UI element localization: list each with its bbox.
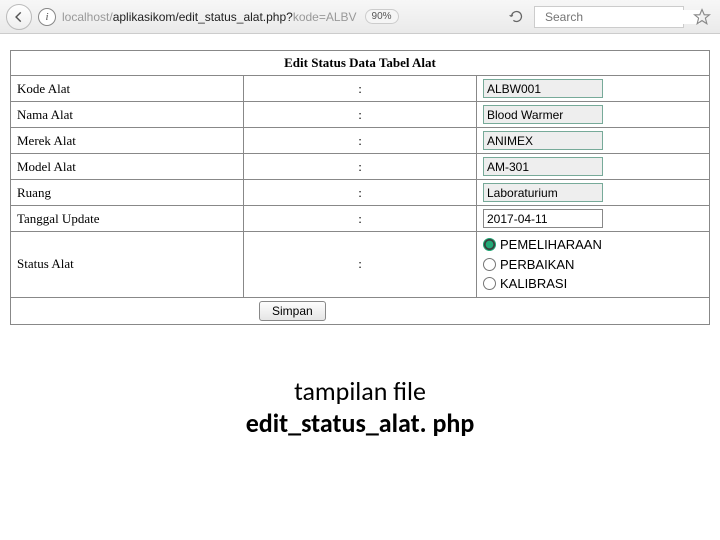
radio-label: PEMELIHARAAN — [500, 235, 602, 255]
radio-kalibrasi[interactable]: KALIBRASI — [483, 274, 703, 294]
url-host: localhost/ — [62, 10, 113, 24]
caption-line1: tampilan file — [10, 375, 710, 407]
colon: : — [244, 206, 477, 232]
label-tanggal: Tanggal Update — [11, 206, 244, 232]
input-nama-alat[interactable] — [483, 105, 603, 124]
colon: : — [244, 102, 477, 128]
reload-button[interactable] — [504, 5, 528, 29]
colon: : — [244, 232, 477, 298]
label-nama: Nama Alat — [11, 102, 244, 128]
url-query: kode=ALBV — [293, 10, 357, 24]
label-model: Model Alat — [11, 154, 244, 180]
label-ruang: Ruang — [11, 180, 244, 206]
label-kode: Kode Alat — [11, 76, 244, 102]
star-icon — [693, 8, 711, 26]
input-tanggal-update[interactable] — [483, 209, 603, 228]
back-button[interactable] — [6, 4, 32, 30]
form-header: Edit Status Data Tabel Alat — [11, 51, 710, 76]
radio-input-pemeliharaan[interactable] — [483, 238, 496, 251]
radio-input-perbaikan[interactable] — [483, 258, 496, 271]
radio-pemeliharaan[interactable]: PEMELIHARAAN — [483, 235, 703, 255]
input-model-alat[interactable] — [483, 157, 603, 176]
search-box[interactable] — [534, 6, 684, 28]
page-content: Edit Status Data Tabel Alat Kode Alat : … — [0, 34, 720, 439]
input-merek-alat[interactable] — [483, 131, 603, 150]
search-input[interactable] — [545, 10, 700, 24]
colon: : — [244, 128, 477, 154]
status-radio-group: PEMELIHARAAN PERBAIKAN KALIBRASI — [477, 232, 710, 298]
colon: : — [244, 76, 477, 102]
site-info-icon[interactable]: i — [38, 8, 56, 26]
slide-caption: tampilan file edit_status_alat. php — [10, 375, 710, 439]
url-path: aplikasikom/edit_status_alat.php? — [113, 10, 293, 24]
simpan-button[interactable]: Simpan — [259, 301, 326, 321]
radio-label: PERBAIKAN — [500, 255, 574, 275]
caption-line2: edit_status_alat. php — [10, 407, 710, 439]
colon: : — [244, 180, 477, 206]
radio-label: KALIBRASI — [500, 274, 567, 294]
radio-input-kalibrasi[interactable] — [483, 277, 496, 290]
submit-row: Simpan — [11, 297, 710, 324]
reload-icon — [509, 9, 524, 24]
browser-toolbar: i localhost/aplikasikom/edit_status_alat… — [0, 0, 720, 34]
address-bar[interactable]: localhost/aplikasikom/edit_status_alat.p… — [62, 9, 498, 24]
label-status: Status Alat — [11, 232, 244, 298]
input-kode-alat[interactable] — [483, 79, 603, 98]
bookmark-button[interactable] — [690, 5, 714, 29]
arrow-left-icon — [12, 10, 26, 24]
edit-status-form: Edit Status Data Tabel Alat Kode Alat : … — [10, 50, 710, 325]
radio-perbaikan[interactable]: PERBAIKAN — [483, 255, 703, 275]
colon: : — [244, 154, 477, 180]
input-ruang[interactable] — [483, 183, 603, 202]
label-merek: Merek Alat — [11, 128, 244, 154]
zoom-badge[interactable]: 90% — [365, 9, 399, 24]
